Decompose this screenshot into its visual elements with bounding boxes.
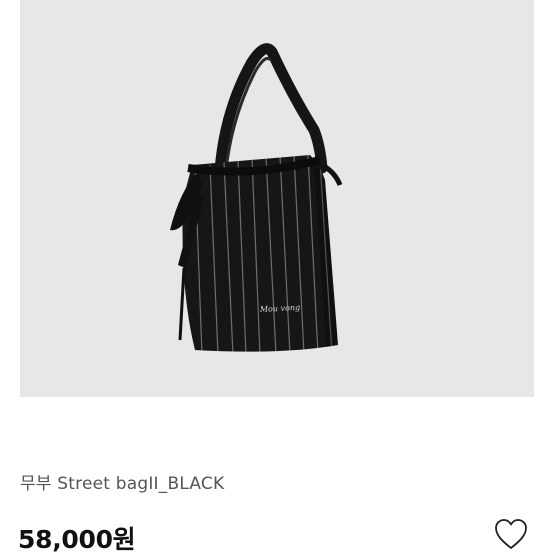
product-name: 무부 Street bagII_BLACK: [20, 474, 225, 494]
tote-bag-illustration: Mou vong: [170, 43, 343, 352]
bag-body: [182, 155, 338, 352]
product-image[interactable]: Mou vong: [20, 0, 534, 397]
heart-outline-icon: [495, 519, 527, 549]
wishlist-button[interactable]: [493, 517, 529, 551]
product-page: Mou vong 무부 Street bagII_BLACK 58,000원: [0, 0, 554, 554]
product-price: 58,000원: [18, 525, 136, 554]
bag-strap: [214, 43, 328, 176]
